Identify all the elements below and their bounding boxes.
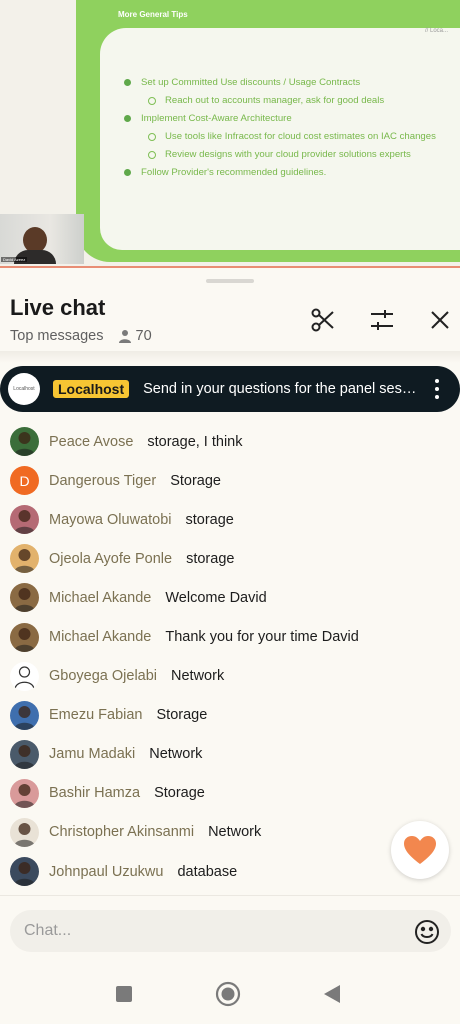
chat-message[interactable]: Gboyega Ojelabi Network — [0, 657, 460, 696]
pinned-message[interactable]: Localhost Localhost Send in your questio… — [0, 366, 460, 412]
slide-bullet: Follow Provider's recommended guidelines… — [124, 164, 444, 182]
close-icon — [431, 311, 449, 329]
close-chat-button[interactable] — [425, 305, 455, 335]
input-divider — [0, 895, 460, 896]
chat-message[interactable]: Mayowa Oluwatobi storage — [0, 500, 460, 539]
avatar[interactable] — [10, 622, 39, 652]
person-icon — [118, 329, 132, 343]
message-text: Network — [208, 824, 262, 841]
emoji-button[interactable] — [414, 919, 440, 945]
message-author: Ojeola Ayofe Ponle — [49, 550, 173, 567]
chat-message[interactable]: Johnpaul Uzukwu database — [0, 852, 460, 891]
header-divider — [0, 351, 460, 363]
avatar[interactable] — [10, 778, 39, 808]
message-text: Network — [149, 746, 203, 763]
message-text: storage — [186, 550, 235, 567]
back-button[interactable] — [319, 981, 345, 1007]
speaker-camera-thumbnail: David Azeez — [0, 214, 84, 264]
chat-message[interactable]: Emezu Fabian Storage — [0, 696, 460, 735]
speaker-tag: David Azeez — [1, 257, 28, 262]
message-author: Christopher Akinsanmi — [49, 824, 195, 841]
top-messages-filter[interactable]: Top messages — [10, 328, 104, 344]
slide-bullet-list: Set up Committed Use discounts / Usage C… — [124, 74, 444, 182]
home-button[interactable] — [215, 981, 241, 1007]
message-author: Peace Avose — [49, 433, 134, 450]
avatar[interactable] — [10, 427, 39, 457]
more-options-icon[interactable] — [434, 379, 440, 399]
emoji-icon — [415, 920, 439, 944]
message-text: database — [177, 863, 238, 880]
square-icon — [116, 986, 132, 1002]
avatar[interactable] — [10, 661, 39, 691]
chat-message[interactable]: Ojeola Ayofe Ponle storage — [0, 539, 460, 578]
message-author: Mayowa Oluwatobi — [49, 511, 172, 528]
avatar[interactable] — [10, 739, 39, 769]
video-player[interactable]: More General Tips // Loca... Set up Comm… — [0, 0, 460, 268]
avatar[interactable] — [10, 583, 39, 613]
slide-sub-bullet: Reach out to accounts manager, ask for g… — [124, 92, 444, 110]
video-progress-line — [0, 266, 460, 268]
chat-input[interactable] — [10, 910, 451, 952]
chat-message[interactable]: D Dangerous Tiger Storage — [0, 461, 460, 500]
avatar[interactable] — [10, 817, 39, 847]
slide-header: More General Tips — [118, 10, 188, 19]
avatar[interactable]: D — [10, 466, 39, 496]
message-text: Welcome David — [165, 589, 267, 606]
chat-message[interactable]: Bashir Hamza Storage — [0, 774, 460, 813]
message-text: storage, I think — [147, 433, 243, 450]
drag-handle[interactable] — [206, 279, 254, 283]
message-author: Bashir Hamza — [49, 785, 141, 802]
heart-icon — [404, 836, 436, 864]
slide-bullet: Implement Cost-Aware Architecture — [124, 110, 444, 128]
chat-settings-button[interactable] — [367, 305, 397, 335]
scissors-icon — [311, 308, 334, 332]
avatar[interactable] — [10, 700, 39, 730]
chat-message[interactable]: Peace Avose storage, I think — [0, 422, 460, 461]
channel-badge: Localhost — [53, 380, 130, 398]
back-triangle-icon — [324, 985, 340, 1003]
message-author: Michael Akande — [49, 589, 152, 606]
live-chat-panel: Live chat Top messages 70 Localhost Loca… — [0, 269, 460, 1024]
chat-title: Live chat — [10, 295, 106, 320]
message-author: Michael Akande — [49, 629, 152, 646]
message-text: Storage — [170, 472, 221, 489]
message-author: Dangerous Tiger — [49, 472, 157, 489]
channel-logo: Localhost — [8, 373, 40, 405]
pinned-message-text: Send in your questions for the panel ses… — [143, 381, 423, 397]
chat-message[interactable]: Michael Akande Thank you for your time Da… — [0, 617, 460, 656]
message-author: Johnpaul Uzukwu — [49, 863, 164, 880]
message-text: Storage — [156, 707, 208, 724]
sliders-icon — [371, 310, 393, 330]
recents-button[interactable] — [111, 981, 137, 1007]
message-author: Jamu Madaki — [49, 746, 136, 763]
message-author: Emezu Fabian — [49, 707, 143, 724]
message-text: Thank you for your time David — [165, 629, 359, 646]
reaction-button[interactable] — [391, 821, 449, 879]
avatar[interactable] — [10, 544, 39, 574]
message-text: storage — [185, 511, 234, 528]
viewer-count: 70 — [135, 328, 152, 344]
clip-button[interactable] — [308, 305, 338, 335]
message-text: Network — [171, 668, 225, 685]
chat-message[interactable]: Michael Akande Welcome David — [0, 578, 460, 617]
system-nav-bar — [0, 969, 460, 1024]
home-circle-icon — [215, 981, 241, 1007]
avatar[interactable] — [10, 857, 39, 887]
message-list: Peace Avose storage, I think D Dangerous Ti… — [0, 422, 460, 891]
slide-sub-bullet: Use tools like Infracost for cloud cost … — [124, 128, 444, 146]
chat-message[interactable]: Jamu Madaki Network — [0, 735, 460, 774]
chat-subheader: Top messages 70 — [10, 328, 152, 344]
message-author: Gboyega Ojelabi — [49, 668, 158, 685]
avatar[interactable] — [10, 505, 39, 535]
slide-corner-label: // Loca... — [424, 28, 448, 34]
slide-sub-bullet: Review designs with your cloud provider … — [124, 146, 444, 164]
message-text: Storage — [154, 785, 205, 802]
slide-bullet: Set up Committed Use discounts / Usage C… — [124, 74, 444, 92]
